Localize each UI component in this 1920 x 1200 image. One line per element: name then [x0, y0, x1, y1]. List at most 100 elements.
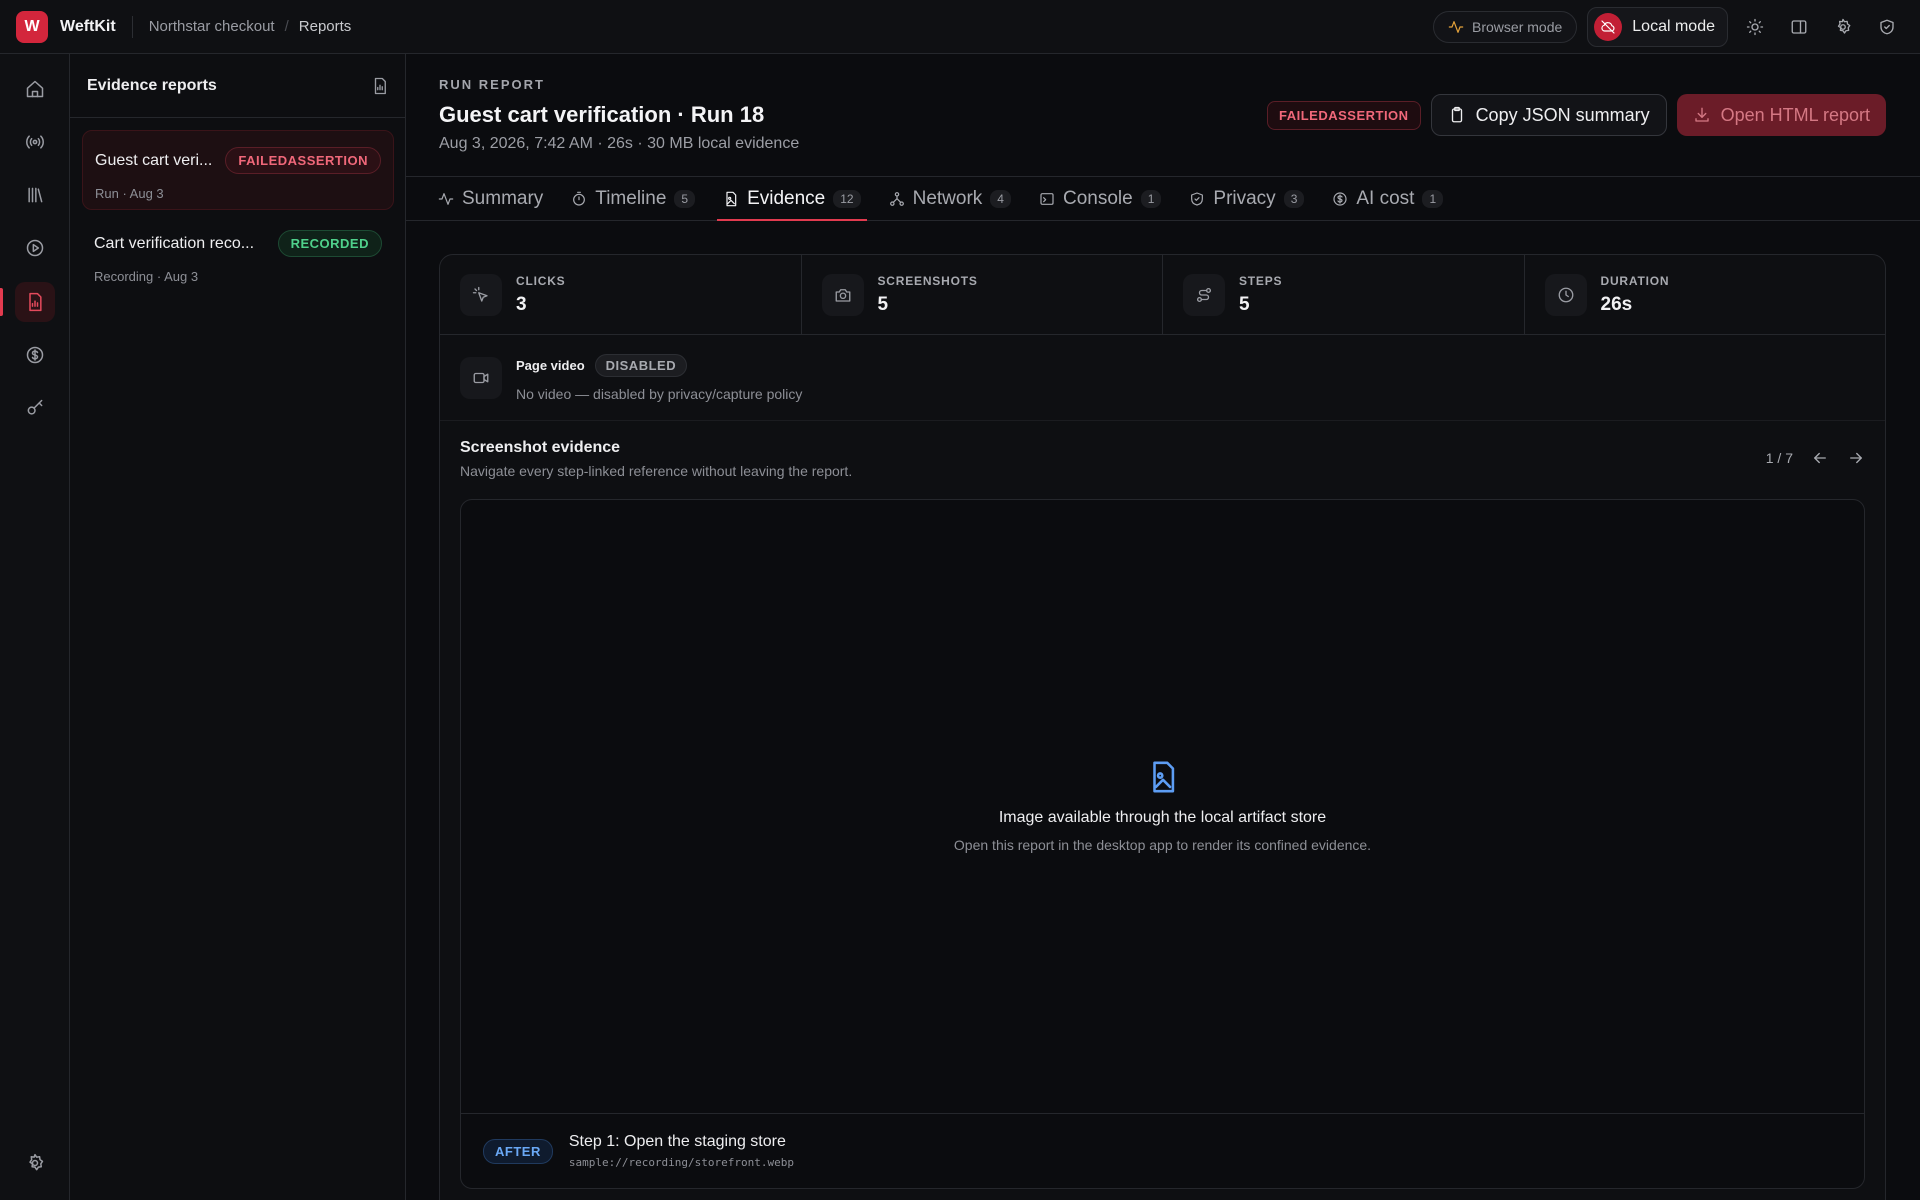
stopwatch-icon [571, 191, 587, 207]
clipboard-icon [1448, 106, 1466, 124]
clock-icon [1544, 273, 1587, 316]
theme-toggle-sun-icon[interactable] [1738, 10, 1772, 44]
run-meta: Aug 3, 2026, 7:42 AM · 26s · 30 MB local… [439, 135, 800, 152]
report-item-recording[interactable]: Cart verification reco... RECORDED Recor… [82, 214, 394, 294]
copy-json-label: Copy JSON summary [1475, 104, 1650, 125]
nav-rail [0, 54, 70, 1200]
screenshot-caption: AFTER Step 1: Open the staging store sam… [461, 1113, 1864, 1188]
breadcrumb-project[interactable]: Northstar checkout [149, 18, 275, 35]
breadcrumb-reports: Reports [298, 18, 352, 35]
open-html-report-button[interactable]: Open HTML report [1676, 94, 1886, 136]
report-item-sub: Run · Aug 3 [95, 186, 164, 201]
shield-check-icon[interactable] [1870, 10, 1904, 44]
browser-mode-label: Browser mode [1472, 18, 1563, 35]
run-status-badge: FAILEDASSERTION [1266, 100, 1421, 130]
rail-home[interactable] [15, 69, 55, 109]
breadcrumb: Northstar checkout / Reports [148, 18, 352, 35]
arrow-right-icon[interactable] [1847, 449, 1865, 467]
file-image-icon [1146, 760, 1180, 794]
tab-count: 5 [674, 189, 696, 208]
route-icon [1183, 273, 1225, 316]
tab-count: 1 [1422, 189, 1444, 208]
screenshot-evidence-sub: Navigate every step-linked reference wit… [460, 463, 853, 479]
run-kicker: RUN REPORT [439, 77, 545, 92]
pager-position: 1 / 7 [1765, 450, 1793, 466]
app-name: WeftKit [60, 17, 116, 35]
rail-keys[interactable] [15, 388, 55, 428]
tab-label: Console [1062, 187, 1133, 209]
dollar-circle-icon [25, 345, 45, 365]
stat-label: SCREENSHOTS [877, 273, 978, 288]
placeholder-title: Image available through the local artifa… [998, 809, 1327, 826]
stat-label: DURATION [1600, 273, 1670, 288]
report-item-name: Guest cart veri... [95, 151, 213, 169]
panel-toggle-icon[interactable] [1782, 10, 1816, 44]
library-icon [25, 185, 45, 205]
rail-active-indicator [0, 288, 3, 316]
stat-label: STEPS [1239, 273, 1283, 288]
tab-evidence[interactable]: Evidence 12 [717, 177, 867, 221]
tab-console[interactable]: Console 1 [1033, 177, 1167, 220]
network-icon [889, 191, 905, 207]
new-report-icon[interactable] [371, 77, 389, 95]
screenshot-viewer: Image available through the local artifa… [460, 499, 1865, 1189]
stat-value: 3 [516, 293, 527, 315]
play-circle-icon [25, 238, 45, 258]
gear-icon [25, 1153, 45, 1173]
stat-label: CLICKS [516, 273, 566, 288]
reports-list-panel: Evidence reports Guest cart veri... FAIL… [70, 54, 406, 1200]
camera-icon [821, 273, 864, 316]
settings-gear-icon[interactable] [1826, 10, 1860, 44]
tab-count: 4 [990, 189, 1011, 208]
home-icon [25, 79, 45, 99]
screenshot-pager: 1 / 7 [1766, 449, 1865, 467]
app-logo-letter: W [24, 17, 40, 35]
open-html-label: Open HTML report [1720, 104, 1870, 125]
tab-label: AI cost [1356, 187, 1415, 209]
cursor-click-icon [460, 273, 502, 316]
tab-network[interactable]: Network 4 [883, 177, 1017, 220]
pulse-icon [438, 191, 454, 207]
report-icon [25, 292, 45, 312]
local-mode-button[interactable]: Local mode [1587, 6, 1728, 47]
app-logo[interactable]: W [16, 10, 48, 43]
video-icon [460, 356, 502, 399]
tab-label: Network [912, 187, 983, 209]
tab-privacy[interactable]: Privacy 3 [1183, 177, 1310, 220]
tab-count: 3 [1283, 189, 1305, 208]
stat-duration: DURATION 26s [1525, 255, 1886, 334]
video-disabled-badge: DISABLED [594, 353, 688, 377]
tab-summary[interactable]: Summary [432, 177, 549, 220]
rail-library[interactable] [15, 175, 55, 215]
rail-runs[interactable] [15, 228, 55, 268]
report-tabs: Summary Timeline 5 Evidence 12 Network 4… [406, 176, 1920, 221]
placeholder-sub: Open this report in the desktop app to r… [953, 837, 1372, 853]
browser-mode-button[interactable]: Browser mode [1433, 10, 1578, 43]
download-icon [1693, 106, 1711, 124]
tab-label: Timeline [595, 187, 667, 209]
tab-timeline[interactable]: Timeline 5 [565, 177, 701, 220]
report-item-run[interactable]: Guest cart veri... FAILEDASSERTION Run ·… [82, 130, 394, 210]
dollar-circle-icon [1332, 191, 1348, 207]
screenshot-evidence-title: Screenshot evidence [460, 439, 621, 456]
evidence-panel: CLICKS 3 SCREENSHOTS 5 STEPS 5 DURATION 26s … [439, 254, 1886, 1200]
reports-list-header: Evidence reports [70, 54, 405, 118]
copy-json-button[interactable]: Copy JSON summary [1430, 94, 1667, 136]
cloud-off-icon [1594, 12, 1623, 41]
tab-count: 1 [1140, 189, 1162, 208]
tab-label: Evidence [747, 187, 826, 209]
rail-reports[interactable] [15, 282, 55, 322]
step-title: Step 1: Open the staging store [568, 1133, 786, 1150]
rail-billing[interactable] [15, 335, 55, 375]
tab-label: Privacy [1213, 187, 1276, 209]
divider [131, 15, 133, 38]
activity-icon [1448, 19, 1464, 35]
stat-value: 5 [1239, 293, 1250, 315]
arrow-left-icon[interactable] [1811, 449, 1829, 467]
tab-ai-cost[interactable]: AI cost 1 [1326, 177, 1449, 220]
report-item-name: Cart verification reco... [94, 234, 255, 252]
rail-live[interactable] [15, 122, 55, 162]
stats-row: CLICKS 3 SCREENSHOTS 5 STEPS 5 DURATION 26s [440, 255, 1885, 335]
page-video-row: Page video DISABLED No video — disabled b… [440, 335, 1885, 421]
rail-settings[interactable] [15, 1143, 55, 1183]
